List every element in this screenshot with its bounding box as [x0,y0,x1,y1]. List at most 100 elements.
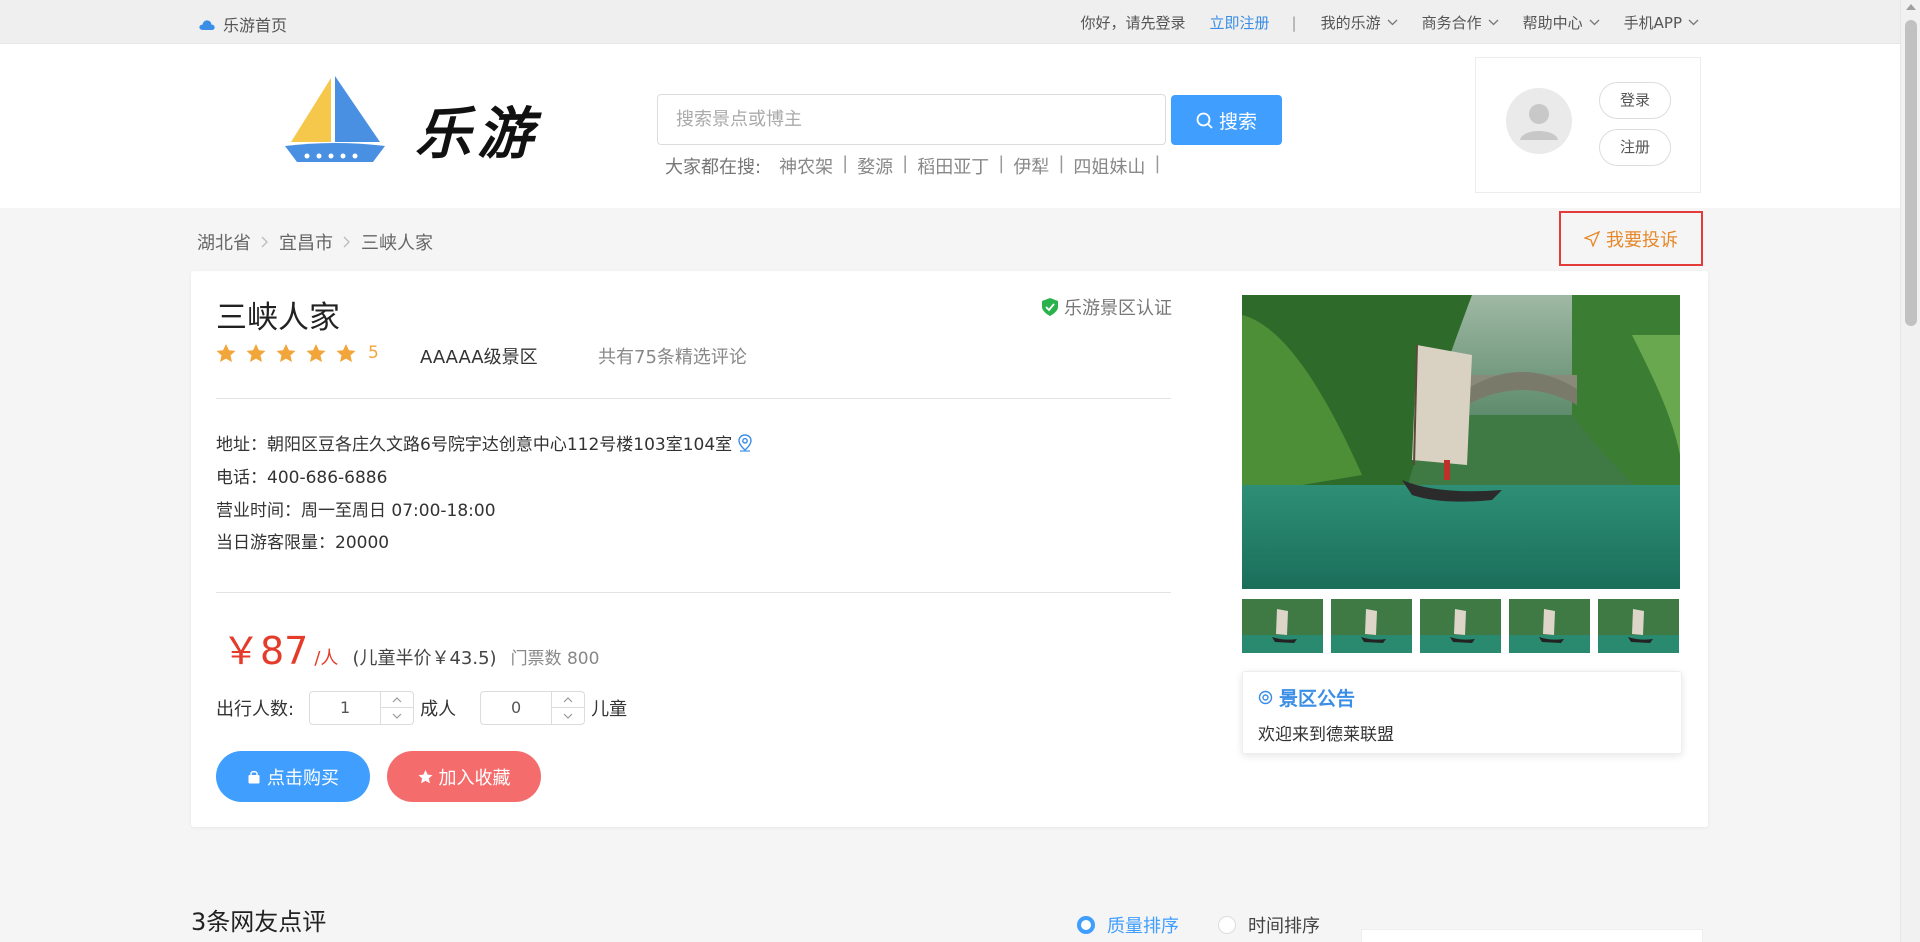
review-summary[interactable]: 共有75条精选评论 [598,343,747,369]
child-stepper[interactable]: 0 [480,691,586,725]
divider: | [1291,13,1297,32]
notice-title: 景区公告 [1279,688,1356,710]
thumbnail[interactable] [1420,599,1501,653]
adult-stepper[interactable]: 1 [309,691,415,725]
child-unit: 儿童 [591,699,628,720]
menu-business[interactable]: 商务合作 [1422,12,1499,33]
top-bar: 乐游首页 你好，请先登录 立即注册 | 我的乐游 商务合作 帮助中心 手机APP [0,0,1900,44]
adult-count[interactable]: 1 [310,692,380,724]
search-button[interactable]: 搜索 [1171,95,1282,145]
sort-quality[interactable]: 质量排序 [1077,912,1179,938]
star-icon [306,343,326,362]
breadcrumb: 湖北省 宜昌市 三峡人家 [197,229,433,255]
chevron-down-icon [1589,19,1600,26]
thumbnail[interactable] [1598,599,1679,653]
header: 乐游 搜索景点或博主 搜索 大家都在搜: 神农架 | 婺源 | 稻田亚丁 | 伊犁 | … [0,44,1900,208]
radio-checked[interactable] [1077,916,1095,934]
chevron-down-icon [563,713,573,719]
avatar[interactable] [1506,88,1572,154]
breadcrumb-item[interactable]: 宜昌市 [279,229,333,255]
search-button-label: 搜索 [1218,110,1257,133]
menu-label: 商务合作 [1421,14,1482,32]
stepper-up[interactable] [552,692,585,708]
home-link[interactable]: 乐游首页 [199,12,287,36]
breadcrumb-item[interactable]: 湖北省 [197,229,251,255]
breadcrumb-item[interactable]: 三峡人家 [361,229,433,255]
divider: | [998,153,1005,174]
buy-button[interactable]: 点击购买 [216,751,370,802]
bag-icon [248,770,260,783]
side-panel [1361,929,1703,942]
hours-line: 营业时间：周一至周日 07:00-18:00 [216,501,496,521]
menu-label: 帮助中心 [1522,14,1583,32]
star-icon [246,343,266,362]
hot-search-item[interactable]: 婺源 [857,153,893,179]
stepper-arrows [551,692,585,724]
chevron-down-icon [392,713,402,719]
thumbnail[interactable] [1509,599,1590,653]
price-block: ￥87 /人 (儿童半价￥43.5) 门票数 800 [222,620,599,675]
sailboat-logo[interactable] [285,76,385,166]
shield-check-icon [1042,298,1058,316]
stepper-down[interactable] [552,708,584,724]
greeting-text: 你好，请先登录 [1080,14,1186,32]
divider: | [1058,153,1065,174]
search-input[interactable]: 搜索景点或博主 [657,94,1166,145]
chevron-down-icon [1387,19,1398,26]
hot-search-label: 大家都在搜: [665,157,762,178]
traveler-count: 出行人数: 1 成人 0 儿童 [216,691,641,725]
sort-time[interactable]: 时间排序 [1218,912,1320,938]
home-label: 乐游首页 [223,16,288,35]
ticket-stock: 门票数 800 [510,649,600,669]
scrollbar[interactable] [1900,0,1920,942]
chevron-down-icon [1488,19,1499,26]
thumbnail[interactable] [1331,599,1412,653]
scroll-up-icon[interactable] [1906,4,1916,10]
hot-search-item[interactable]: 神农架 [779,153,833,179]
scrollbar-thumb[interactable] [1905,20,1917,326]
star-icon [418,769,432,783]
menu-mobile-app[interactable]: 手机APP [1624,12,1699,33]
scenic-level: AAAAA级景区 [420,347,538,368]
user-panel: 登录 注册 [1475,57,1701,193]
chevron-down-icon [1688,19,1699,26]
hot-search-item[interactable]: 稻田亚丁 [917,153,989,179]
thumbnail[interactable] [1242,599,1323,653]
divider [216,398,1171,399]
stepper-up[interactable] [381,692,414,708]
cloud-icon [199,19,215,30]
complain-button[interactable]: 我要投诉 [1559,211,1703,266]
menu-my-leyou[interactable]: 我的乐游 [1321,12,1398,33]
register-link[interactable]: 立即注册 [1210,12,1270,33]
sort-label: 质量排序 [1107,916,1179,937]
ticket-price: ￥87 [222,629,309,673]
menu-help[interactable]: 帮助中心 [1523,12,1600,33]
map-pin-icon[interactable] [738,433,752,452]
radio-unchecked[interactable] [1218,916,1236,934]
child-count[interactable]: 0 [481,692,551,724]
user-icon [1520,104,1558,140]
stepper-down[interactable] [381,708,413,724]
phone-line: 电话：400-686-6886 [216,468,388,488]
notice-icon [1258,690,1273,705]
divider: | [842,153,849,174]
cert-badge: 乐游景区认证 [1042,294,1172,320]
notice-title-row: 景区公告 [1258,684,1355,711]
search-icon [1196,112,1213,129]
star-icon [336,343,356,362]
top-menu: 你好，请先登录 立即注册 | 我的乐游 商务合作 帮助中心 手机APP [1057,12,1700,33]
stepper-arrows [380,692,414,724]
child-price: (儿童半价￥43.5) [352,648,497,669]
menu-label: 手机APP [1623,14,1682,32]
cert-label: 乐游景区认证 [1064,298,1172,319]
main-photo[interactable] [1242,295,1680,589]
rating: 5 [216,343,379,363]
register-button[interactable]: 注册 [1599,129,1671,166]
visitor-limit-line: 当日游客限量：20000 [216,533,390,553]
adult-unit: 成人 [420,699,457,720]
login-button[interactable]: 登录 [1599,82,1671,119]
favorite-button[interactable]: 加入收藏 [387,751,541,802]
hot-search-item[interactable]: 四姐妹山 [1073,153,1145,179]
hot-search-item[interactable]: 伊犁 [1013,153,1049,179]
notice-body: 欢迎来到德莱联盟 [1258,725,1394,745]
